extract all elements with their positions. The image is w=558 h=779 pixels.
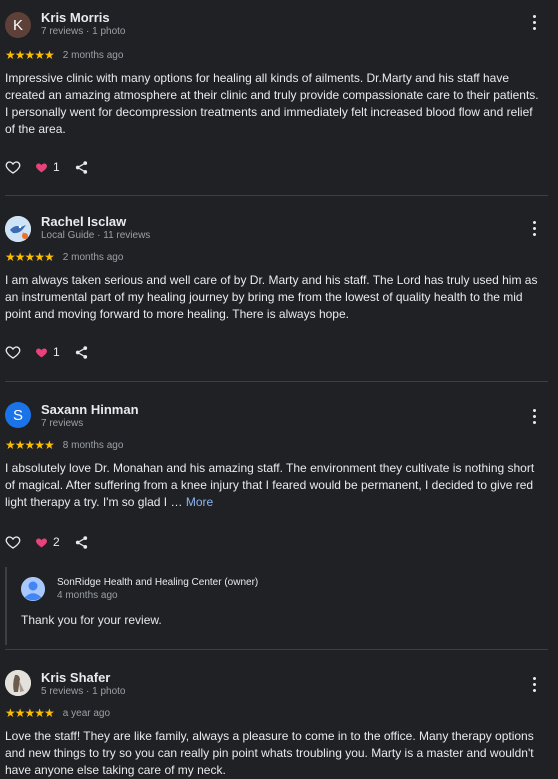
reviewer-name[interactable]: Kris Shafer bbox=[41, 670, 110, 685]
avatar[interactable]: K bbox=[5, 12, 31, 38]
owner-name: SonRidge Health and Healing Center (owne… bbox=[57, 577, 259, 588]
review-card: S Saxann Hinman 7 reviews ★★★★★ 8 months… bbox=[5, 381, 548, 649]
reply-date: 4 months ago bbox=[57, 590, 118, 601]
review-text-body: I absolutely love Dr. Monahan and his am… bbox=[5, 461, 535, 509]
owner-reply: SonRidge Health and Healing Center (owne… bbox=[5, 567, 548, 645]
more-link[interactable]: More bbox=[186, 495, 213, 509]
star-rating: ★★★★★ bbox=[5, 706, 55, 720]
reviewer-name[interactable]: Rachel Isclaw bbox=[41, 214, 126, 229]
like-count-group: 2 bbox=[35, 535, 60, 549]
star-rating: ★★★★★ bbox=[5, 438, 55, 452]
review-card: Rachel Isclaw Local Guide · 11 reviews ★… bbox=[5, 195, 548, 381]
heart-icon bbox=[36, 162, 47, 172]
heart-icon bbox=[36, 347, 47, 357]
share-icon[interactable] bbox=[74, 345, 89, 360]
photo-avatar-icon[interactable] bbox=[5, 670, 31, 696]
like-count: 2 bbox=[53, 535, 60, 549]
review-text: Love the staff! They are like family, al… bbox=[5, 729, 534, 777]
review-text: I am always taken serious and well care … bbox=[5, 273, 538, 321]
review-date: 2 months ago bbox=[62, 251, 124, 263]
like-count-group: 1 bbox=[35, 345, 60, 359]
reviewer-stats: Local Guide · 11 reviews bbox=[41, 230, 151, 241]
share-icon[interactable] bbox=[74, 535, 89, 550]
star-rating: ★★★★★ bbox=[5, 250, 55, 264]
like-count: 1 bbox=[53, 345, 60, 359]
like-count-group: 1 bbox=[35, 160, 60, 174]
more-options-icon[interactable] bbox=[526, 406, 542, 426]
reviewer-stats: 7 reviews bbox=[41, 418, 84, 429]
star-rating: ★★★★★ bbox=[5, 48, 55, 62]
review-text: Impressive clinic with many options for … bbox=[5, 71, 539, 136]
like-button-icon[interactable] bbox=[5, 344, 21, 360]
like-count: 1 bbox=[53, 160, 60, 174]
review-date: 2 months ago bbox=[62, 49, 124, 61]
review-card: Kris Shafer 5 reviews · 1 photo ★★★★★ a … bbox=[5, 649, 548, 779]
reviewer-name[interactable]: Saxann Hinman bbox=[41, 402, 139, 417]
reply-text: Thank you for your review. bbox=[21, 613, 162, 627]
reviewer-stats: 5 reviews · 1 photo bbox=[41, 686, 126, 697]
reviewer-name[interactable]: Kris Morris bbox=[41, 10, 110, 25]
owner-avatar-icon bbox=[21, 577, 45, 601]
like-button-icon[interactable] bbox=[5, 534, 21, 550]
like-button-icon[interactable] bbox=[5, 159, 21, 175]
more-options-icon[interactable] bbox=[526, 218, 542, 238]
more-options-icon[interactable] bbox=[526, 12, 542, 32]
review-date: 8 months ago bbox=[62, 439, 124, 451]
review-date: a year ago bbox=[62, 707, 111, 719]
avatar[interactable]: S bbox=[5, 402, 31, 428]
reviews-list: K Kris Morris 7 reviews · 1 photo ★★★★★ … bbox=[0, 0, 548, 779]
share-icon[interactable] bbox=[74, 160, 89, 175]
review-text: I absolutely love Dr. Monahan and his am… bbox=[5, 460, 548, 511]
more-options-icon[interactable] bbox=[526, 674, 542, 694]
review-card: K Kris Morris 7 reviews · 1 photo ★★★★★ … bbox=[5, 0, 548, 195]
cartoon-bird-avatar-icon[interactable] bbox=[5, 216, 31, 242]
reviewer-stats: 7 reviews · 1 photo bbox=[41, 26, 126, 37]
heart-icon bbox=[36, 537, 47, 547]
